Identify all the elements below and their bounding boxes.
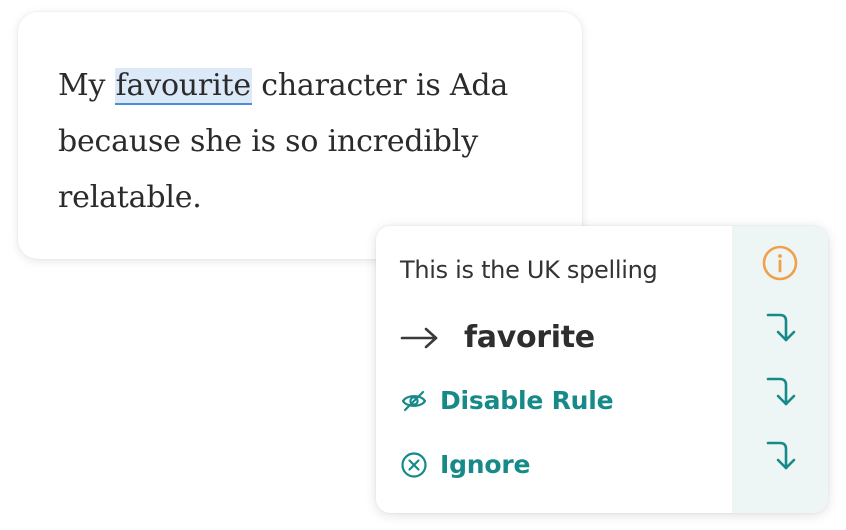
suggestion-popover: This is the UK spelling favorite Disable… — [376, 226, 828, 513]
eye-slash-icon — [400, 387, 428, 415]
disable-rule-label: Disable Rule — [440, 386, 614, 415]
text-before: My — [58, 68, 115, 103]
arrow-right-icon — [400, 326, 440, 350]
text-editor-card[interactable]: My favourite character is Ada because sh… — [18, 12, 582, 259]
replacement-suggestion[interactable]: favorite — [400, 320, 595, 355]
apply-ignore-icon[interactable] — [762, 437, 798, 473]
replacement-text: favorite — [464, 320, 595, 355]
apply-disable-icon[interactable] — [762, 373, 798, 409]
ignore-button[interactable]: Ignore — [400, 450, 530, 479]
editor-paragraph[interactable]: My favourite character is Ada because sh… — [58, 58, 542, 226]
apply-replacement-icon[interactable] — [762, 309, 798, 345]
popover-side-panel — [732, 226, 828, 513]
canvas: My favourite character is Ada because sh… — [0, 0, 846, 530]
disable-rule-button[interactable]: Disable Rule — [400, 386, 614, 415]
popover-main: This is the UK spelling favorite Disable… — [376, 226, 732, 513]
suggestion-message: This is the UK spelling — [400, 256, 658, 284]
info-icon[interactable] — [762, 245, 798, 281]
ignore-label: Ignore — [440, 450, 531, 479]
flagged-word[interactable]: favourite — [114, 68, 252, 105]
x-circle-icon — [400, 451, 428, 479]
